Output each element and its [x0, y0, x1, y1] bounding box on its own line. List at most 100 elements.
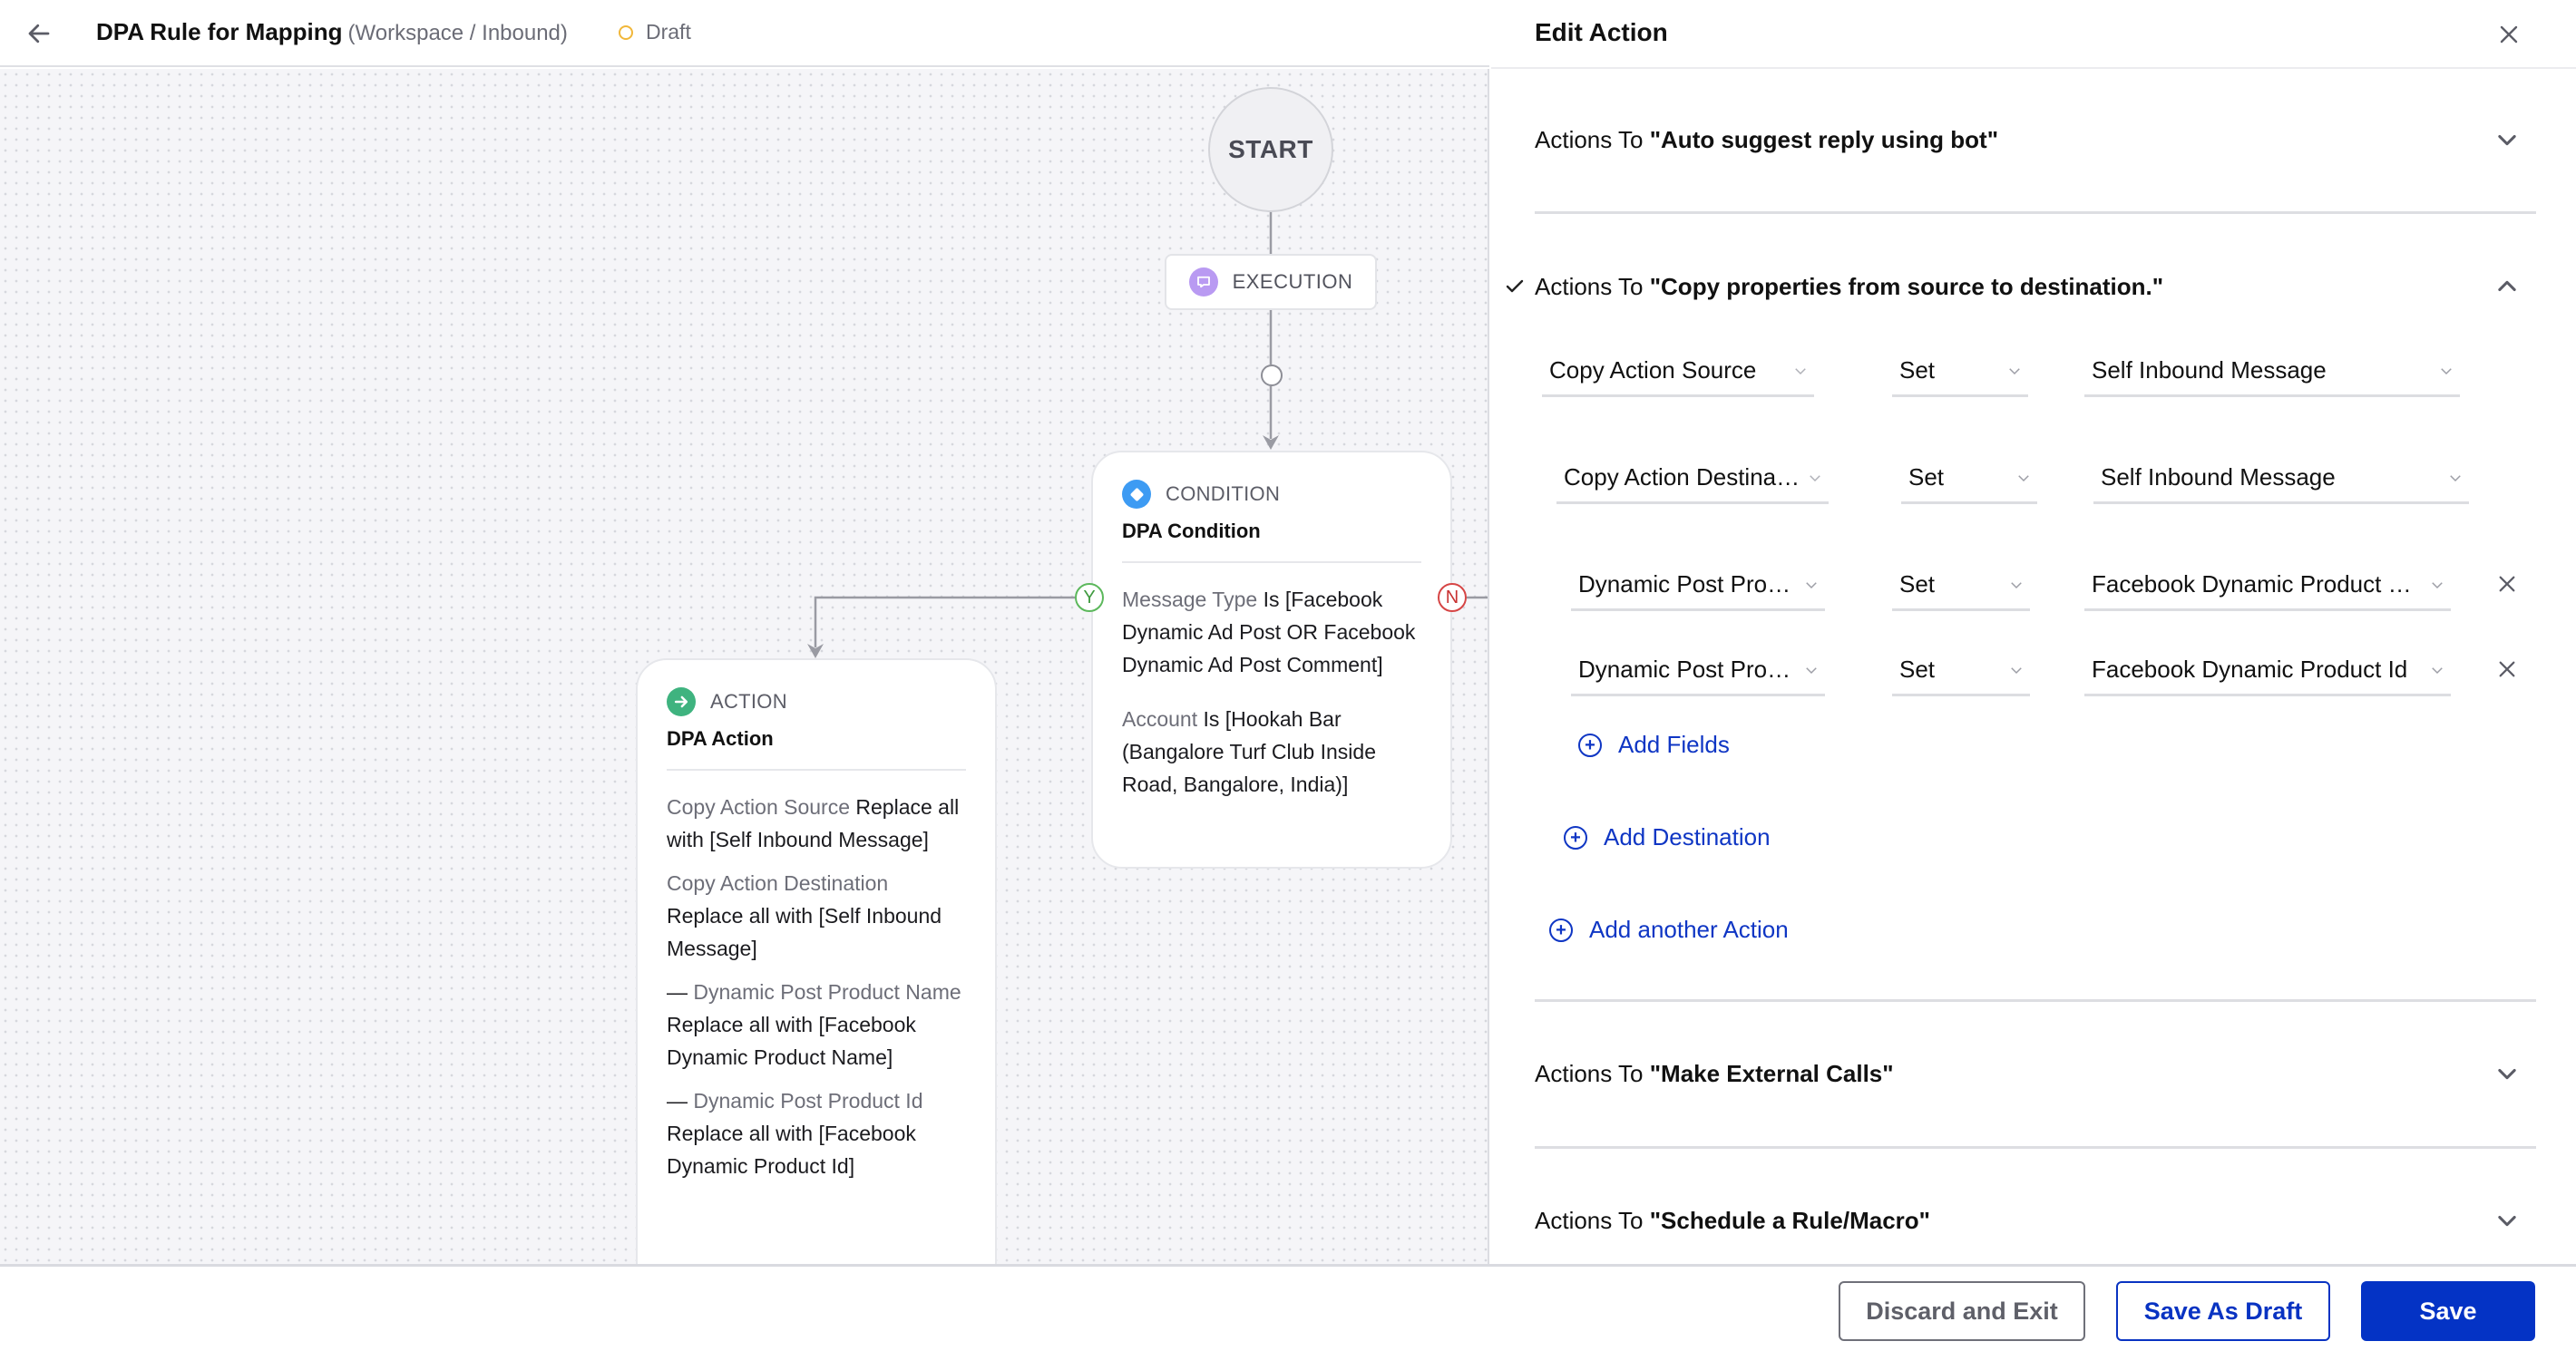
action-item-prefix: —	[667, 1089, 688, 1113]
action-node[interactable]: ACTION DPA Action Copy Action Source Rep…	[636, 658, 997, 1264]
chevron-down-icon	[2427, 660, 2447, 680]
status-label: Draft	[646, 20, 691, 44]
operator-select[interactable]: Set	[1892, 646, 2030, 696]
chevron-down-icon[interactable]	[2493, 1206, 2522, 1235]
accordion-prefix: Actions To	[1535, 125, 1650, 153]
operator-select[interactable]: Set	[1901, 453, 2037, 504]
condition-rule: Message Type Is [Facebook Dynamic Ad Pos…	[1122, 583, 1421, 681]
start-label: START	[1228, 135, 1313, 163]
accordion-prefix: Actions To	[1535, 272, 1650, 300]
action-item: Copy Action Source Replace all with [Sel…	[667, 791, 966, 856]
chevron-down-icon	[2006, 660, 2026, 680]
execution-label: EXECUTION	[1232, 270, 1353, 293]
copy-field-select[interactable]: Dynamic Post Product Id	[1571, 646, 1825, 696]
start-node[interactable]: START	[1208, 87, 1333, 212]
action-item-field: Copy Action Destination	[667, 871, 889, 895]
accordion-name: "Auto suggest reply using bot"	[1649, 125, 1999, 153]
rule-name: DPA Rule for Mapping	[96, 18, 343, 45]
value-select[interactable]: Self Inbound Message	[2084, 346, 2460, 397]
select-value: Set	[1908, 463, 1945, 491]
chevron-down-icon	[2427, 575, 2447, 595]
chevron-down-icon[interactable]	[2493, 1059, 2522, 1088]
copy-field-select[interactable]: Copy Action Source	[1542, 346, 1814, 397]
add-node-junction[interactable]	[1261, 364, 1283, 386]
accordion-header[interactable]: Actions To "Copy properties from source …	[1506, 259, 2536, 314]
operator-select[interactable]: Set	[1892, 560, 2030, 611]
add-destination-label: Add Destination	[1604, 823, 1771, 850]
close-icon	[2499, 661, 2515, 677]
add-destination-link[interactable]: + Add Destination	[1564, 823, 1771, 851]
action-item-text: Replace all with [Self Inbound Message]	[667, 904, 942, 960]
save-as-draft-button[interactable]: Save As Draft	[2116, 1281, 2330, 1341]
chevron-down-icon	[1805, 468, 1825, 488]
accordion-schedule-rule[interactable]: Actions To "Schedule a Rule/Macro"	[1535, 1193, 2536, 1248]
add-another-action-link[interactable]: + Add another Action	[1549, 916, 1789, 944]
chevron-down-icon	[2005, 361, 2025, 381]
condition-rule-field: Account	[1122, 707, 1198, 731]
chevron-down-icon	[1801, 660, 1821, 680]
accordion-header[interactable]: Actions To "Make External Calls"	[1535, 1046, 2536, 1101]
chevron-down-icon[interactable]	[2493, 125, 2522, 154]
divider	[1122, 561, 1421, 563]
chevron-down-icon	[2014, 468, 2034, 488]
condition-name: DPA Condition	[1122, 520, 1261, 542]
arrow-left-icon	[28, 24, 50, 44]
chevron-down-icon	[1801, 575, 1821, 595]
plus-circle-icon: +	[1549, 918, 1573, 942]
workflow-canvas[interactable]: START EXECUTION CONDITION DPA Condition …	[0, 69, 1489, 1264]
panel-header: Edit Action	[1491, 0, 2576, 69]
chevron-down-icon	[2436, 361, 2456, 381]
select-value: Facebook Dynamic Product Name	[2092, 570, 2427, 598]
value-select[interactable]: Facebook Dynamic Product Name	[2084, 560, 2451, 611]
action-type-label: ACTION	[710, 690, 787, 713]
execution-node[interactable]: EXECUTION	[1165, 254, 1377, 310]
copy-field-select[interactable]: Dynamic Post Product Name	[1571, 560, 1825, 611]
condition-rule: Account Is [Hookah Bar (Bangalore Turf C…	[1122, 703, 1421, 801]
accordion-label: Actions To "Auto suggest reply using bot…	[1535, 126, 1998, 154]
no-label: N	[1445, 587, 1459, 607]
select-value: Dynamic Post Product Name	[1578, 570, 1801, 598]
condition-type-label: CONDITION	[1166, 482, 1281, 505]
close-panel-button[interactable]	[2493, 18, 2525, 51]
accordion-header[interactable]: Actions To "Auto suggest reply using bot…	[1535, 112, 2536, 167]
accordion-label: Actions To "Schedule a Rule/Macro"	[1535, 1207, 1930, 1235]
check-icon	[1506, 279, 1524, 293]
value-select[interactable]: Facebook Dynamic Product Id	[2084, 646, 2451, 696]
condition-node[interactable]: CONDITION DPA Condition Message Type Is …	[1091, 451, 1452, 869]
copy-field-select[interactable]: Copy Action Destination	[1556, 453, 1829, 504]
save-button[interactable]: Save	[2361, 1281, 2535, 1341]
add-fields-link[interactable]: + Add Fields	[1578, 731, 1730, 759]
accordion-divider	[1535, 211, 2536, 214]
page-title: DPA Rule for Mapping (Workspace / Inbound…	[96, 18, 568, 46]
remove-field-button[interactable]	[2493, 569, 2522, 598]
editor-header: DPA Rule for Mapping (Workspace / Inbound…	[0, 0, 1489, 67]
accordion-header[interactable]: Actions To "Schedule a Rule/Macro"	[1535, 1193, 2536, 1248]
value-select[interactable]: Self Inbound Message	[2093, 453, 2469, 504]
plus-circle-icon: +	[1564, 825, 1587, 850]
remove-field-button[interactable]	[2493, 655, 2522, 684]
accordion-auto-suggest[interactable]: Actions To "Auto suggest reply using bot…	[1535, 112, 2536, 167]
footer-bar: Discard and Exit Save As Draft Save	[0, 1264, 2576, 1351]
action-item: Copy Action Destination Replace all with…	[667, 867, 966, 965]
accordion-external-calls[interactable]: Actions To "Make External Calls"	[1535, 1046, 2536, 1101]
select-value: Set	[1899, 656, 1936, 683]
yes-branch-handle[interactable]: Y	[1075, 583, 1104, 612]
discard-and-exit-button[interactable]: Discard and Exit	[1839, 1281, 2085, 1341]
accordion-label: Actions To "Copy properties from source …	[1535, 273, 2163, 301]
accordion-label: Actions To "Make External Calls"	[1535, 1060, 1894, 1088]
chevron-up-icon[interactable]	[2493, 272, 2522, 301]
plus-circle-icon: +	[1578, 733, 1602, 757]
chevron-down-icon	[1791, 361, 1810, 381]
action-item-prefix: —	[667, 980, 688, 1004]
select-value: Copy Action Destination	[1564, 463, 1805, 491]
accordion-copy-properties[interactable]: Actions To "Copy properties from source …	[1506, 259, 2536, 314]
back-button[interactable]	[22, 16, 56, 51]
accordion-name: "Copy properties from source to destinat…	[1649, 272, 2164, 300]
action-item-text: Replace all with [Facebook Dynamic Produ…	[667, 1013, 916, 1069]
no-branch-handle[interactable]: N	[1438, 583, 1467, 612]
status-badge: Draft	[619, 20, 691, 44]
operator-select[interactable]: Set	[1892, 346, 2028, 397]
add-action-label: Add another Action	[1589, 916, 1789, 943]
accordion-prefix: Actions To	[1535, 1059, 1650, 1087]
action-item-text: Replace all with [Facebook Dynamic Produ…	[667, 1122, 916, 1178]
